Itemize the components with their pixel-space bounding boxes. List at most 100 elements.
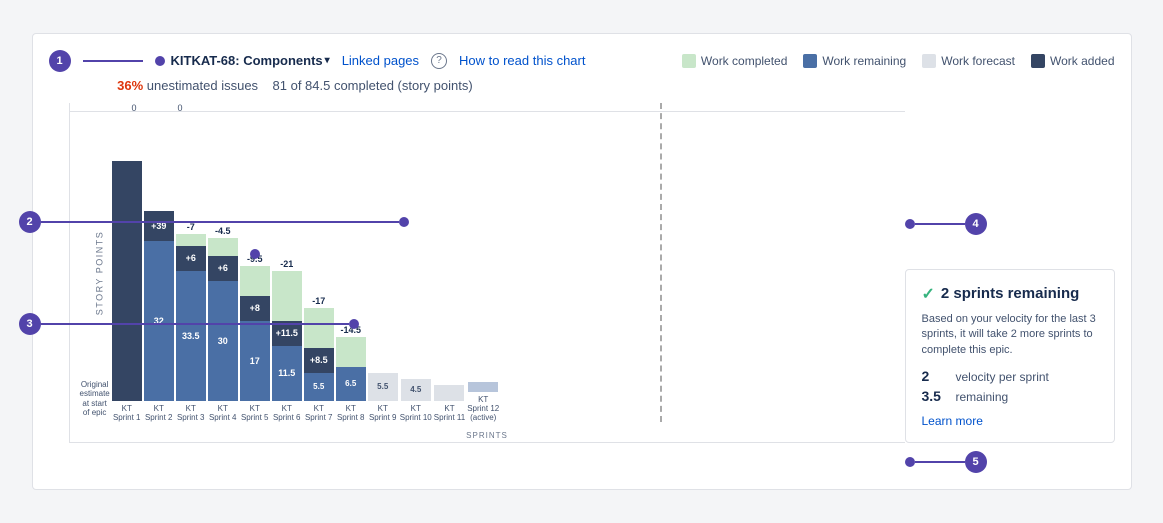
bars-container: Originalestimateat startof epic KTSprint… [70,103,905,442]
learn-more-link[interactable]: Learn more [922,414,1098,428]
stat-desc-0: velocity per sprint [956,370,1049,384]
x-axis-label: SPRINTS [466,431,508,440]
annotation-5: 5 [965,451,987,473]
bar-s8-label: KTSprint 8 [337,404,365,422]
callout-title-text: 2 sprints remaining [941,285,1079,302]
bar-s12-label: KTSprint 12(active) [467,395,499,422]
linked-pages-link[interactable]: Linked pages [342,53,419,68]
bar-sprint8: -14.5 6.5 KTSprint 8 [336,325,366,422]
anno-dot-5 [905,457,915,467]
zero-label-orig: 0 [132,103,137,113]
stat-row-1: 3.5 remaining [922,388,1098,404]
bar-s5-label: KTSprint 5 [241,404,269,422]
forecast-boundary [660,103,662,422]
bar-s3-completed [176,234,206,246]
completed-stats: 81 of 84.5 completed (story points) [273,78,473,93]
annotation-4: 4 [965,213,987,235]
bar-s8-val: 6.5 [345,379,356,388]
chart-main: 2 3 STORY POINTS [49,103,905,473]
bar-s4-comp [208,238,238,256]
bar-sprint6: -21 +11.5 11.5 KTSprint 6 [272,259,302,422]
anno-5-row: 5 [905,451,1115,473]
stat-num-0: 2 [922,368,950,384]
zero-label-s1: 0 [178,103,183,113]
dropdown-arrow-icon: ▾ [325,55,330,66]
project-dropdown[interactable]: KITKAT-68: Components ▾ [171,53,330,68]
bar-sprint11: KTSprint 11 [434,385,465,422]
bar-s7-remaining: 5.5 [304,373,334,401]
callout-desc: Based on your velocity for the last 3 sp… [922,312,1098,358]
unestimated-label: unestimated issues [147,78,258,93]
annotation-1: 1 [49,50,71,72]
bar-s11-label: KTSprint 11 [434,404,465,422]
callout-title: ✓ 2 sprints remaining [922,284,1098,304]
stat-num-1: 3.5 [922,388,950,404]
unestimated-pct: 36% [117,78,143,93]
annotation-2: 2 [19,211,41,233]
bar-s10-label: KTSprint 10 [400,404,432,422]
anno-dot-s5 [250,249,260,259]
legend-completed: Work completed [682,54,787,68]
bar-s5-val: 17 [250,356,260,366]
legend-completed-box [682,54,696,68]
bar-s1-seg [112,161,142,401]
bar-sprint12: KTSprint 12(active) [467,382,499,422]
anno-line-4 [915,223,965,225]
legend-added: Work added [1031,54,1114,68]
project-selector: KITKAT-68: Components ▾ [155,53,330,68]
chart-area: 2 3 STORY POINTS [49,103,1115,473]
bar-s4-label: KTSprint 4 [209,404,237,422]
zero-gridline [70,111,905,112]
bar-s4-val: 30 [218,336,228,346]
bar-sprint9: 5.5 KTSprint 9 [368,373,398,422]
stats-row: 36% unestimated issues 81 of 84.5 comple… [49,78,1115,93]
legend-remaining-label: Work remaining [822,54,906,68]
anno-dot-2 [399,217,409,227]
legend-forecast-label: Work forecast [941,54,1015,68]
anno-line-3 [41,323,349,325]
bar-s7-added: +8.5 [304,348,334,373]
stat-desc-1: remaining [956,390,1009,404]
bar-s4-remaining: 30 [208,281,238,401]
legend-completed-label: Work completed [701,54,787,68]
legend-added-label: Work added [1050,54,1114,68]
bar-sprint1: KTSprint 1 [112,161,142,422]
anno-4-row: 4 [905,213,1115,235]
callout-box: ✓ 2 sprints remaining Based on your velo… [905,269,1115,443]
bar-s12-forecast [468,382,498,392]
legend-forecast-box [922,54,936,68]
legend-remaining-box [803,54,817,68]
bar-s6-label: KTSprint 6 [273,404,301,422]
bar-s3-remaining: 33.5 [176,271,206,401]
stat-row-0: 2 velocity per sprint [922,368,1098,384]
bar-s6-remaining: 11.5 [272,346,302,401]
annotation-3: 3 [19,313,41,335]
legend-added-box [1031,54,1045,68]
right-panel: 4 ✓ 2 sprints remaining Based on your ve… [905,103,1115,473]
bar-sprint10: 4.5 KTSprint 10 [400,379,432,422]
bar-s3-added: +6 [176,246,206,271]
check-icon: ✓ [922,284,935,304]
legend-remaining: Work remaining [803,54,906,68]
bar-s3-label: KTSprint 3 [177,404,205,422]
project-label: KITKAT-68: Components [171,53,323,68]
bar-s6-top: -21 [272,259,302,269]
bar-s5-comp [240,266,270,296]
bar-s6-val: 11.5 [278,368,295,378]
bar-orig-label: Originalestimateat startof epic [80,380,110,418]
legend: Work completed Work remaining Work forec… [682,54,1115,68]
callout-stats: 2 velocity per sprint 3.5 remaining [922,368,1098,404]
bar-s4-added: +6 [208,256,238,281]
anno-line-1 [83,60,143,62]
bar-s10-val: 4.5 [410,385,421,394]
bar-s7-label: KTSprint 7 [305,404,333,422]
main-card: 1 KITKAT-68: Components ▾ Linked pages ?… [32,33,1132,490]
bar-s7-val: 5.5 [313,382,324,391]
anno-dot-3 [349,319,359,329]
how-to-link[interactable]: How to read this chart [459,53,585,68]
anno-line-5 [915,461,965,463]
legend-forecast: Work forecast [922,54,1015,68]
help-icon[interactable]: ? [431,53,447,69]
bar-original: Originalestimateat startof epic [80,380,110,422]
bar-s11-forecast [434,385,464,401]
